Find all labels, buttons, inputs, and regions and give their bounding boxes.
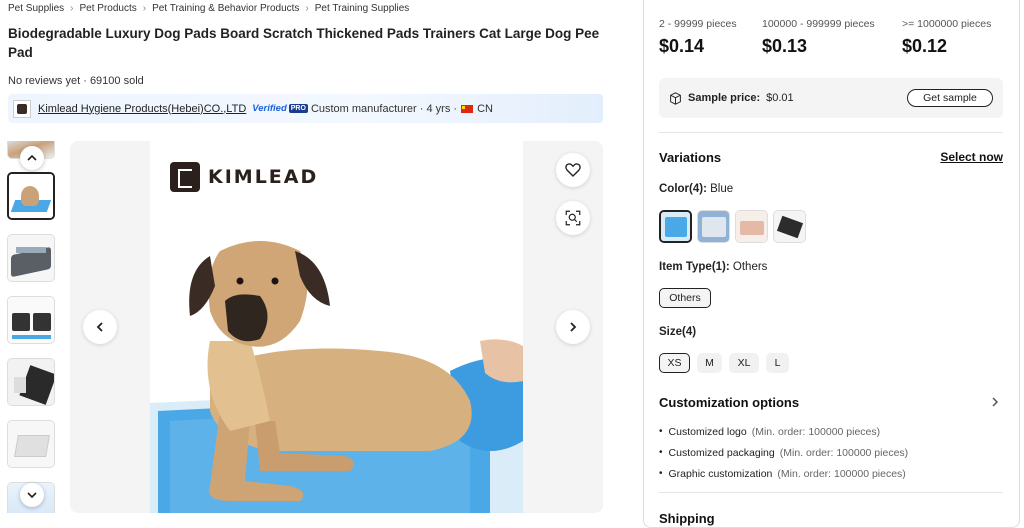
tier-quantity: 2 - 99999 pieces xyxy=(659,18,737,30)
tier-price: $0.12 xyxy=(902,36,948,56)
chevron-down-icon xyxy=(27,492,37,499)
product-title: Biodegradable Luxury Dog Pads Board Scra… xyxy=(8,26,600,60)
size-option[interactable]: L xyxy=(766,353,789,373)
supplier-logo[interactable] xyxy=(13,99,31,118)
sample-price-value: $0.01 xyxy=(766,92,794,104)
thumbnail[interactable] xyxy=(7,420,55,468)
color-count-label: Color(4): xyxy=(659,183,707,195)
item-type-label: Item Type(1): Others xyxy=(659,261,767,273)
thumbnail[interactable] xyxy=(7,358,55,406)
meta-separator: · xyxy=(416,102,427,115)
breadcrumb: Pet Supplies › Pet Products › Pet Traini… xyxy=(8,3,409,14)
box-icon xyxy=(670,91,681,105)
product-meta: No reviews yet · 69100 sold xyxy=(8,75,144,87)
thumbnails-scroll-down-button[interactable] xyxy=(20,483,44,507)
supplier-bar: Kimlead Hygiene Products(Hebei)CO.,LTD V… xyxy=(8,94,603,123)
tier-price: $0.14 xyxy=(659,36,705,56)
color-swatch[interactable] xyxy=(773,210,806,243)
thumbnail-strip xyxy=(7,141,55,513)
previous-image-button[interactable] xyxy=(83,310,117,344)
customization-option-name: Customized logo xyxy=(668,425,747,438)
customization-option-name: Customized packaging xyxy=(668,446,775,459)
dog-on-pad-illustration xyxy=(150,241,523,513)
supplier-years: 4 yrs xyxy=(426,102,451,115)
sold-count: 69100 sold xyxy=(89,75,144,87)
thumbnails-scroll-up-button[interactable] xyxy=(20,146,44,170)
customization-option: Graphic customization (Min. order: 10000… xyxy=(659,463,908,484)
next-image-button[interactable] xyxy=(556,310,590,344)
meta-separator: · xyxy=(450,102,458,115)
breadcrumb-item[interactable]: Pet Supplies xyxy=(8,3,64,14)
divider xyxy=(659,132,1003,133)
price-tier: 100000 - 999999 pieces $0.13 xyxy=(762,18,902,57)
thumbnail[interactable] xyxy=(7,172,55,220)
chevron-left-icon xyxy=(96,322,103,332)
size-option[interactable]: XS xyxy=(659,353,690,373)
chevron-up-icon xyxy=(27,154,37,161)
pro-badge: PRO xyxy=(288,104,308,113)
favorite-button[interactable] xyxy=(556,153,590,187)
heart-icon xyxy=(565,163,581,177)
price-tiers: 2 - 99999 pieces $0.14 100000 - 999999 p… xyxy=(659,18,1005,57)
breadcrumb-item[interactable]: Pet Training Supplies xyxy=(315,3,410,14)
item-type-selected-value: Others xyxy=(732,261,768,273)
supplier-name-link[interactable]: Kimlead Hygiene Products(Hebei)CO.,LTD xyxy=(38,103,246,115)
chevron-right-icon: › xyxy=(142,3,147,14)
chevron-right-icon: › xyxy=(70,3,74,14)
product-photo: KIMLEAD xyxy=(150,141,523,513)
image-search-button[interactable] xyxy=(556,201,590,235)
supplier-country: CN xyxy=(477,102,493,115)
meta-separator: · xyxy=(83,75,90,87)
size-option[interactable]: XL xyxy=(729,353,759,373)
chevron-right-icon[interactable] xyxy=(989,396,1001,408)
size-option[interactable]: M xyxy=(697,353,722,373)
chevron-right-icon: › xyxy=(305,3,309,14)
tier-quantity: >= 1000000 pieces xyxy=(902,18,992,30)
tier-price: $0.13 xyxy=(762,36,808,56)
get-sample-button[interactable]: Get sample xyxy=(907,89,993,107)
price-tier: >= 1000000 pieces $0.12 xyxy=(902,18,1005,57)
price-tier: 2 - 99999 pieces $0.14 xyxy=(659,18,762,57)
customization-option: Customized packaging (Min. order: 100000… xyxy=(659,442,909,463)
sample-price-label: Sample price: xyxy=(688,92,761,104)
variations-title: Variations xyxy=(659,150,722,165)
shipping-title: Shipping xyxy=(659,511,715,526)
customization-option-min-order: (Min. order: 100000 pieces) xyxy=(779,446,909,459)
color-selected-value: Blue xyxy=(710,183,734,195)
reviews-text[interactable]: No reviews yet xyxy=(8,75,80,87)
supplier-type: Custom manufacturer xyxy=(310,102,417,115)
customization-option-min-order: (Min. order: 100000 pieces) xyxy=(777,467,906,480)
color-swatch[interactable] xyxy=(735,210,768,243)
breadcrumb-item[interactable]: Pet Training & Behavior Products xyxy=(152,3,299,14)
color-swatches xyxy=(659,210,806,243)
color-swatch[interactable] xyxy=(697,210,730,243)
china-flag-icon xyxy=(461,104,474,113)
customization-title[interactable]: Customization options xyxy=(659,395,799,410)
size-label: Size(4) xyxy=(659,326,696,338)
item-type-count-label: Item Type(1): xyxy=(659,261,730,273)
customization-option-name: Graphic customization xyxy=(668,467,773,480)
sample-price-box: Sample price: $0.01 Get sample xyxy=(659,78,1003,118)
divider xyxy=(659,492,1003,493)
select-now-link[interactable]: Select now xyxy=(940,150,1003,164)
customization-options-list: Customized logo (Min. order: 100000 piec… xyxy=(659,421,909,484)
main-product-image[interactable]: KIMLEAD xyxy=(70,141,603,513)
chevron-right-icon xyxy=(570,322,577,332)
item-type-option[interactable]: Others xyxy=(659,288,711,308)
image-search-icon xyxy=(565,210,581,226)
customization-option: Customized logo (Min. order: 100000 piec… xyxy=(659,421,908,442)
verified-badge: Verified xyxy=(252,103,287,114)
color-label: Color(4): Blue xyxy=(659,183,733,195)
tier-quantity: 100000 - 999999 pieces xyxy=(762,18,875,30)
thumbnail[interactable] xyxy=(7,296,55,344)
customization-option-min-order: (Min. order: 100000 pieces) xyxy=(751,425,881,438)
thumbnail[interactable] xyxy=(7,234,55,282)
breadcrumb-item[interactable]: Pet Products xyxy=(80,3,137,14)
color-swatch-blue[interactable] xyxy=(659,210,692,243)
size-count-label: Size(4) xyxy=(659,326,697,338)
